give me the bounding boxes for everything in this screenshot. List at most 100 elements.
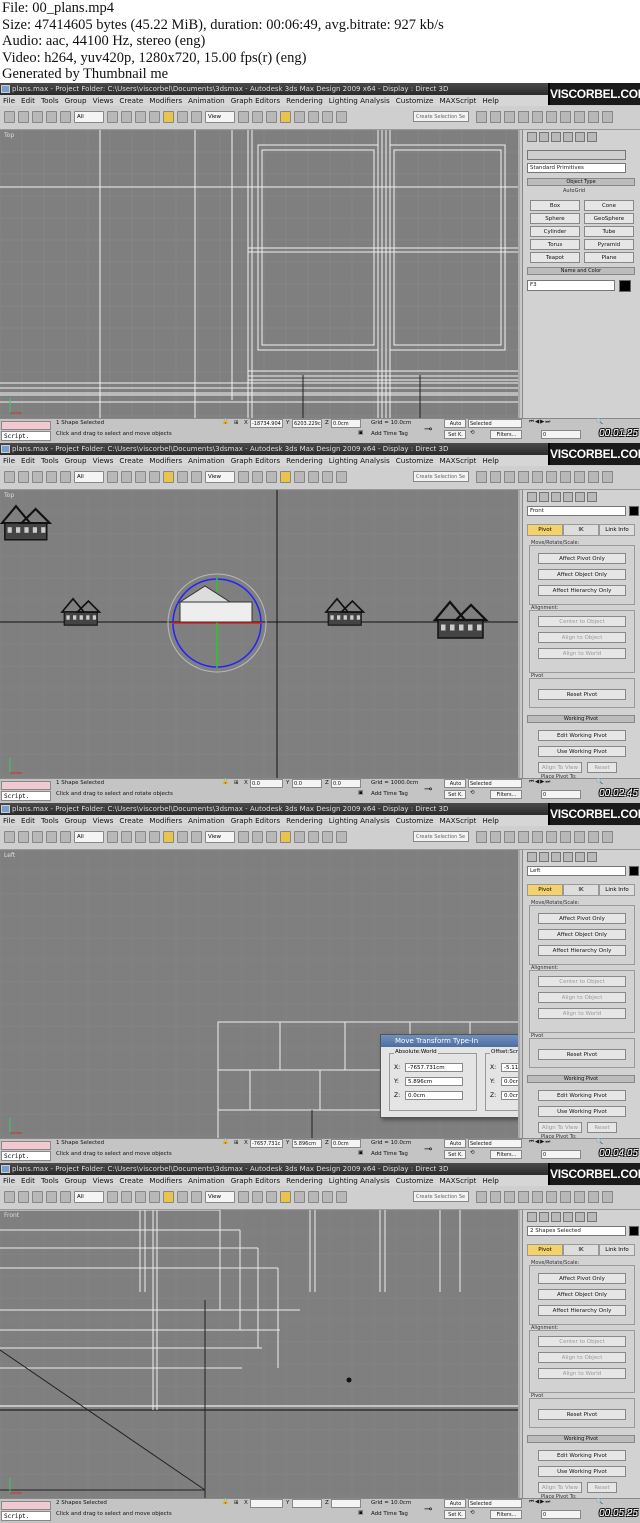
ref-coord-dropdown[interactable]: View <box>205 111 235 123</box>
key-icon[interactable]: ⊸ <box>424 1144 432 1155</box>
auto-key-button[interactable]: Auto <box>444 1499 466 1508</box>
menu-rendering[interactable]: Rendering <box>283 816 326 825</box>
keyboard-shortcut-icon[interactable] <box>266 1191 277 1203</box>
menu-rendering[interactable]: Rendering <box>283 456 326 465</box>
primitive-button[interactable]: Torus <box>530 239 580 250</box>
menu-lighting-analysis[interactable]: Lighting Analysis <box>326 816 393 825</box>
utilities-tab-icon[interactable] <box>587 1212 597 1222</box>
snap-toggle-icon[interactable] <box>280 471 291 483</box>
menu-file[interactable]: File <box>0 456 18 465</box>
schematic-view-icon[interactable] <box>532 1191 543 1203</box>
menu-modifiers[interactable]: Modifiers <box>146 1176 185 1185</box>
menu-customize[interactable]: Customize <box>393 816 437 825</box>
add-time-tag[interactable]: Add Time Tag <box>371 1511 408 1517</box>
key-filters-button[interactable]: Filters... <box>490 1150 522 1159</box>
spinner-snap-icon[interactable] <box>322 111 333 123</box>
absolute-mode-icon[interactable]: ⊞ <box>234 1140 239 1146</box>
create-tab-icon[interactable] <box>527 852 537 862</box>
primitive-button[interactable]: Box <box>530 200 580 211</box>
select-object-icon[interactable] <box>107 471 118 483</box>
scale-icon[interactable] <box>191 831 202 843</box>
pivot-center-icon[interactable] <box>238 831 249 843</box>
menu-create[interactable]: Create <box>116 1176 146 1185</box>
render-shot-icon[interactable] <box>602 1191 613 1203</box>
spinner-snap-icon[interactable] <box>322 1191 333 1203</box>
menu-group[interactable]: Group <box>62 816 90 825</box>
tab-pivot[interactable]: Pivot <box>527 1244 563 1256</box>
render-frame-icon[interactable] <box>574 471 585 483</box>
window-crossing-icon[interactable] <box>149 471 160 483</box>
pivot-center-icon[interactable] <box>238 1191 249 1203</box>
tab-link-info[interactable]: Link Info <box>599 524 635 536</box>
key-icon[interactable]: ⊸ <box>424 424 432 435</box>
named-selection-set-field[interactable]: Create Selection Se <box>413 111 469 122</box>
menu-tools[interactable]: Tools <box>38 816 62 825</box>
render-shot-icon[interactable] <box>602 831 613 843</box>
menu-modifiers[interactable]: Modifiers <box>146 456 185 465</box>
dialog-titlebar[interactable]: Move Transform Type-Inx <box>381 1035 518 1047</box>
auto-key-button[interactable]: Auto <box>444 779 466 788</box>
selection-filter-dropdown[interactable]: All <box>74 831 104 843</box>
bind-space-warp-icon[interactable] <box>60 471 71 483</box>
bind-space-warp-icon[interactable] <box>60 111 71 123</box>
menu-lighting-analysis[interactable]: Lighting Analysis <box>326 1176 393 1185</box>
link-icon[interactable] <box>32 471 43 483</box>
align-button[interactable]: Center to Object <box>538 976 626 987</box>
add-time-tag[interactable]: Add Time Tag <box>371 791 408 797</box>
select-manipulate-icon[interactable] <box>252 831 263 843</box>
menu-lighting-analysis[interactable]: Lighting Analysis <box>326 456 393 465</box>
viewport[interactable]: Left Move Transform Type-Inx Absolute:Wo… <box>0 850 520 1138</box>
menu-edit[interactable]: Edit <box>18 96 38 105</box>
schematic-view-icon[interactable] <box>532 111 543 123</box>
object-type-rollout[interactable]: Object Type <box>527 178 635 186</box>
select-by-name-icon[interactable] <box>121 111 132 123</box>
modify-tab-icon[interactable] <box>539 132 549 142</box>
menu-animation[interactable]: Animation <box>185 816 228 825</box>
viewport-canvas[interactable] <box>0 130 520 418</box>
menu-maxscript[interactable]: MAXScript <box>436 816 479 825</box>
render-setup-icon[interactable] <box>560 831 571 843</box>
zoom-icon[interactable]: 🔍 <box>596 1139 604 1145</box>
key-icon[interactable]: ⊸ <box>424 1504 432 1515</box>
affect-button[interactable]: Affect Hierarchy Only <box>538 945 626 956</box>
schematic-view-icon[interactable] <box>532 831 543 843</box>
motion-tab-icon[interactable] <box>563 1212 573 1222</box>
menu-graph-editors[interactable]: Graph Editors <box>228 456 283 465</box>
menu-group[interactable]: Group <box>62 96 90 105</box>
menu-group[interactable]: Group <box>62 456 90 465</box>
rotate-icon[interactable] <box>177 1191 188 1203</box>
align-to-view-button[interactable]: Align To View <box>538 762 582 773</box>
set-key-button[interactable]: Set K. <box>444 790 466 799</box>
script-label[interactable]: Script. <box>1 1151 51 1161</box>
selection-filter-dropdown[interactable]: All <box>74 471 104 483</box>
menu-views[interactable]: Views <box>90 96 117 105</box>
mirror-icon[interactable] <box>476 471 487 483</box>
primitive-button[interactable]: Teapot <box>530 252 580 263</box>
rotate-icon[interactable] <box>177 111 188 123</box>
modify-tab-icon[interactable] <box>539 852 549 862</box>
lock-selection-icon[interactable]: 🔒 <box>222 1499 229 1505</box>
scale-icon[interactable] <box>191 1191 202 1203</box>
edit-named-sel-icon[interactable] <box>336 471 347 483</box>
curve-editor-icon[interactable] <box>518 831 529 843</box>
move-icon[interactable] <box>163 831 174 843</box>
display-tab-icon[interactable] <box>575 492 585 502</box>
viewport[interactable]: Top <box>0 490 520 778</box>
abs-y-field[interactable]: 5.896cm <box>405 1077 463 1086</box>
select-manipulate-icon[interactable] <box>252 1191 263 1203</box>
keyboard-shortcut-icon[interactable] <box>266 831 277 843</box>
key-filter-dropdown[interactable]: Selected <box>468 779 522 788</box>
tab-link-info[interactable]: Link Info <box>599 884 635 896</box>
schematic-view-icon[interactable] <box>532 471 543 483</box>
tab-link-info[interactable]: Link Info <box>599 1244 635 1256</box>
affect-button[interactable]: Affect Pivot Only <box>538 913 626 924</box>
redo-icon[interactable] <box>18 831 29 843</box>
menu-animation[interactable]: Animation <box>185 96 228 105</box>
auto-key-button[interactable]: Auto <box>444 419 466 428</box>
absolute-mode-icon[interactable]: ⊞ <box>234 1500 239 1506</box>
menu-lighting-analysis[interactable]: Lighting Analysis <box>326 96 393 105</box>
object-color-swatch[interactable] <box>629 866 639 876</box>
viewport-canvas[interactable] <box>0 490 520 778</box>
quick-render-icon[interactable] <box>588 831 599 843</box>
move-icon[interactable] <box>163 1191 174 1203</box>
